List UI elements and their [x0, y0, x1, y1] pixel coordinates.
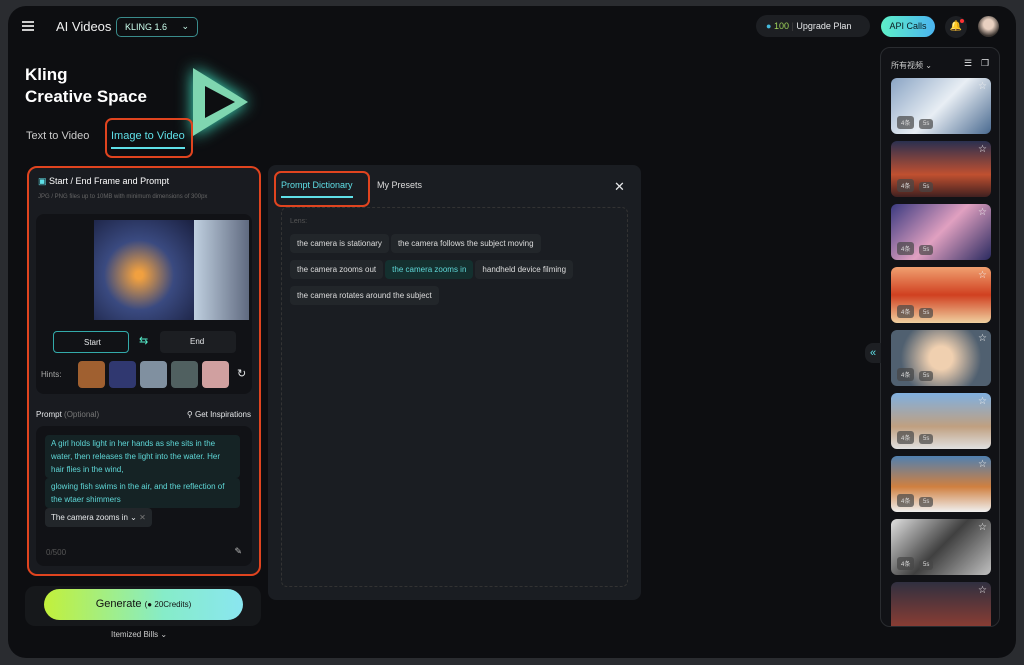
star-icon[interactable]: ☆ — [978, 81, 987, 92]
model-select[interactable]: KLING 1.6 ⌄ — [116, 17, 198, 37]
duration-badge: 5s — [919, 182, 934, 192]
camera-chip[interactable]: The camera zooms in ⌄ ✕ — [45, 508, 152, 527]
close-icon: ✕ — [139, 513, 146, 522]
prompt-segment: glowing fish swims in the air, and the r… — [45, 478, 240, 508]
char-count: 0/500 — [46, 548, 67, 557]
duration-badge: 5s — [919, 560, 934, 570]
video-thumbnail[interactable]: ☆ 4条 5s — [891, 204, 991, 260]
duration-badge: 5s — [919, 434, 934, 444]
count-badge: 4条 — [897, 305, 915, 318]
layers-icon[interactable]: ☰ — [964, 58, 972, 69]
star-icon[interactable]: ☆ — [978, 333, 987, 344]
video-thumbnail[interactable]: ☆ 4条 5s — [891, 456, 991, 512]
video-thumbnail[interactable]: ☆ 4条 5s — [891, 393, 991, 449]
count-badge: 4条 — [897, 368, 915, 381]
duration-badge: 5s — [919, 245, 934, 255]
count-badge: 4条 — [897, 179, 915, 192]
duration-badge: 5s — [919, 308, 934, 318]
api-calls-button[interactable]: API Calls — [881, 16, 935, 37]
video-thumbnail[interactable]: ☆ — [891, 582, 991, 626]
hint-thumb[interactable] — [202, 361, 229, 388]
image-icon: ▣ — [38, 176, 47, 186]
app-title: AI Videos — [56, 19, 112, 34]
start-frame-preview[interactable] — [94, 220, 194, 320]
menu-icon[interactable] — [22, 21, 34, 31]
section-label: Lens: — [290, 218, 308, 225]
chevron-down-icon: ⌄ — [181, 21, 189, 31]
lens-chip[interactable]: the camera zooms out — [290, 260, 384, 279]
tab-my-presets[interactable]: My Presets — [377, 180, 422, 190]
hint-thumb[interactable] — [109, 361, 136, 388]
upload-hint: JPG / PNG files up to 10MB with minimum … — [38, 194, 208, 200]
credits-pill[interactable]: ● 100 | Upgrade Plan — [756, 15, 870, 37]
duration-badge: 5s — [919, 497, 934, 507]
chevron-down-icon: ⌄ — [130, 513, 137, 522]
multi-select-icon[interactable]: ❐ — [981, 58, 989, 69]
lens-chip[interactable]: the camera rotates around the subject — [290, 286, 439, 305]
prompt-segment: A girl holds light in her hands as she s… — [45, 435, 240, 478]
lens-chip[interactable]: the camera follows the subject moving — [390, 234, 541, 253]
lens-chip[interactable]: the camera is stationary — [290, 234, 389, 253]
avatar[interactable] — [978, 16, 999, 37]
star-icon[interactable]: ☆ — [978, 207, 987, 218]
hint-thumbnails: ↻ — [78, 361, 246, 388]
app-window: AI Videos KLING 1.6 ⌄ ● 100 | Upgrade Pla… — [8, 6, 1016, 658]
star-icon[interactable]: ☆ — [978, 522, 987, 533]
hint-thumb[interactable] — [171, 361, 198, 388]
video-thumbnail[interactable]: ☆ 4条 5s — [891, 78, 991, 134]
count-badge: 4条 — [897, 116, 915, 129]
frame-panel: ▣ Start / End Frame and Prompt JPG / PNG… — [27, 166, 261, 576]
tab-image-to-video[interactable]: Image to Video — [111, 130, 185, 149]
duration-badge: 5s — [919, 371, 934, 381]
hero-title: Kling Creative Space — [25, 65, 147, 106]
tab-text-to-video[interactable]: Text to Video — [26, 130, 89, 142]
credit-icon: ● — [147, 600, 153, 609]
lens-chip[interactable]: the camera zooms in — [385, 260, 474, 279]
frame-title: ▣ Start / End Frame and Prompt — [38, 176, 170, 186]
video-thumbnail[interactable]: ☆ 4条 5s — [891, 267, 991, 323]
edit-icon[interactable]: ✎ — [234, 546, 242, 557]
generate-button[interactable]: Generate (● 20Credits) — [44, 589, 243, 620]
get-inspirations-button[interactable]: ⚲ Get Inspirations — [187, 410, 251, 419]
count-badge: 4条 — [897, 242, 915, 255]
credit-icon: ● — [766, 21, 772, 31]
star-icon[interactable]: ☆ — [978, 459, 987, 470]
close-icon[interactable]: ✕ — [614, 179, 625, 195]
credit-count: 100 — [773, 21, 789, 31]
video-thumbnail[interactable]: ☆ 4条 5s — [891, 519, 991, 575]
swap-icon[interactable]: ⇆ — [139, 334, 148, 347]
star-icon[interactable]: ☆ — [978, 270, 987, 281]
count-badge: 4条 — [897, 494, 915, 507]
itemized-bills-toggle[interactable]: Itemized Bills ⌄ — [111, 630, 167, 639]
upgrade-plan-link[interactable]: Upgrade Plan — [796, 21, 851, 31]
prompt-dictionary-panel: Prompt Dictionary My Presets ✕ Lens: the… — [268, 165, 641, 600]
lens-chip[interactable]: handheld device filming — [475, 260, 574, 279]
video-sidebar: 所有视频 ⌄ ☰ ❐ ☆ 4条 5s ☆ 4条 5s ☆ 4条 5s ☆ 4条 5s ☆ 4条 5s ☆ 4条 5… — [880, 47, 1000, 627]
start-frame-button[interactable]: Start — [53, 331, 129, 353]
star-icon[interactable]: ☆ — [978, 396, 987, 407]
prompt-label: Prompt (Optional) — [36, 410, 100, 419]
prompt-input[interactable]: A girl holds light in her hands as she s… — [36, 426, 252, 566]
video-thumbnail[interactable]: ☆ 4条 5s — [891, 141, 991, 197]
star-icon[interactable]: ☆ — [978, 144, 987, 155]
hint-thumb[interactable] — [78, 361, 105, 388]
count-badge: 4条 — [897, 431, 915, 444]
video-thumbnail[interactable]: ☆ 4条 5s — [891, 330, 991, 386]
bell-icon[interactable]: 🔔 — [945, 16, 967, 38]
end-frame-button[interactable]: End — [160, 331, 236, 353]
refresh-icon[interactable]: ↻ — [237, 361, 246, 388]
collapse-sidebar-icon[interactable]: « — [865, 343, 881, 363]
filter-dropdown[interactable]: 所有视频 ⌄ — [891, 60, 932, 71]
hint-thumb[interactable] — [140, 361, 167, 388]
hints-label: Hints: — [41, 370, 62, 379]
model-label: KLING 1.6 — [125, 22, 168, 32]
tab-prompt-dictionary[interactable]: Prompt Dictionary — [281, 180, 353, 198]
duration-badge: 5s — [919, 119, 934, 129]
star-icon[interactable]: ☆ — [978, 585, 987, 596]
count-badge: 4条 — [897, 557, 915, 570]
